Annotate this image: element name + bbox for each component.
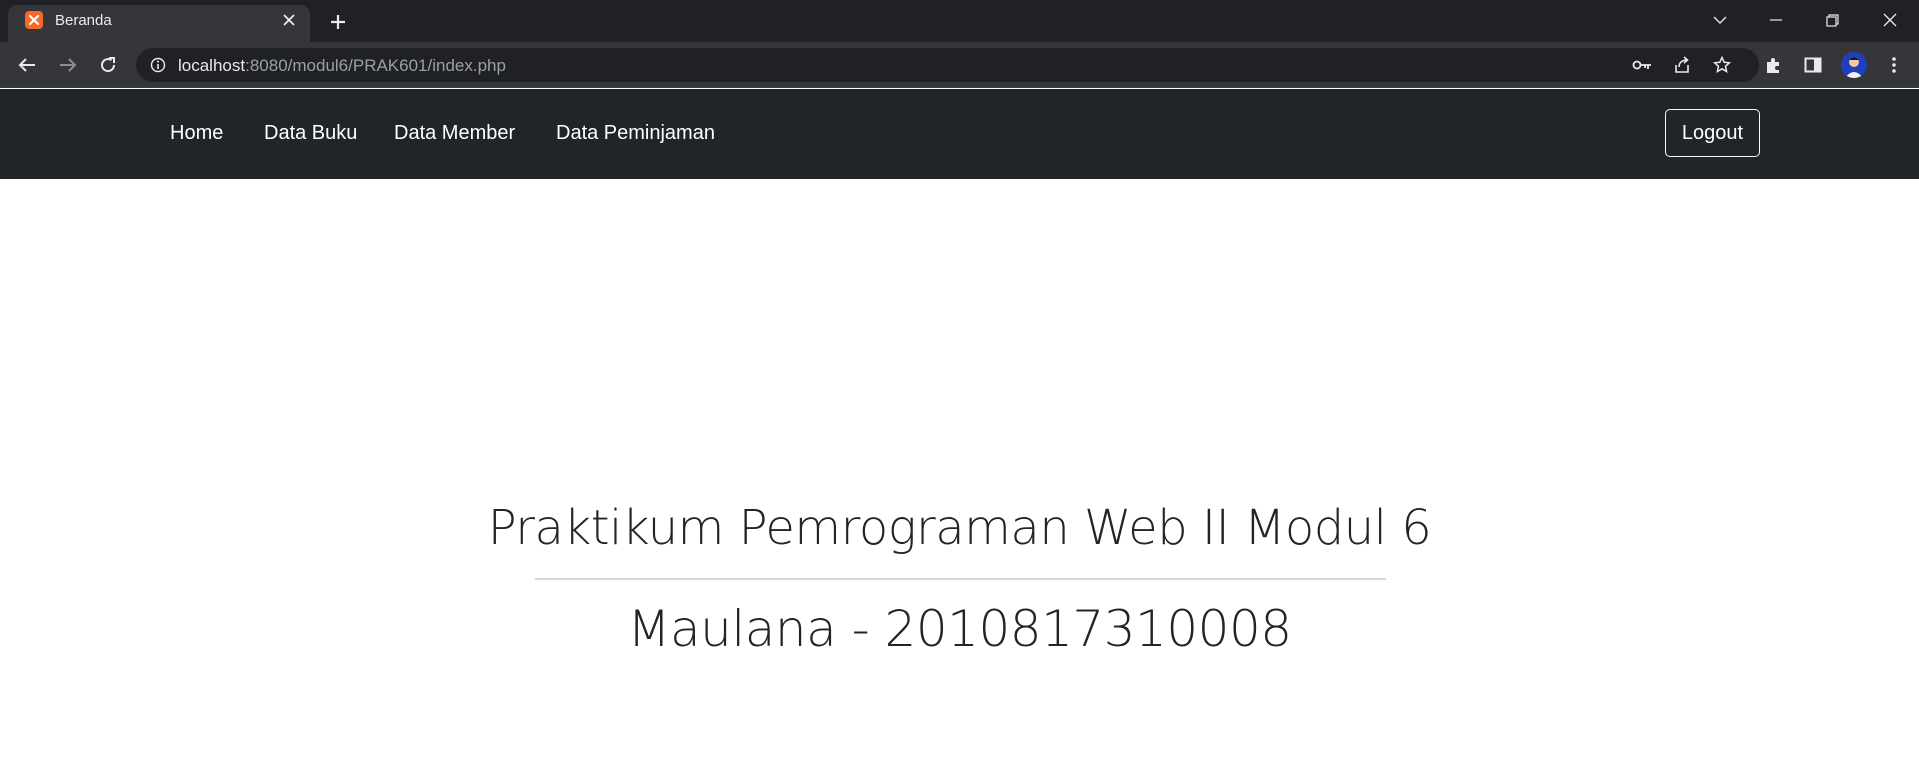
page-title: Praktikum Pemrograman Web II Modul 6 [487, 500, 1432, 556]
page-subtitle: Maulana - 2010817310008 [627, 600, 1292, 658]
restore-icon[interactable] [1804, 0, 1860, 40]
url-host: localhost [178, 56, 246, 75]
divider [535, 578, 1386, 580]
url-text: localhost:8080/modul6/PRAK601/index.php [178, 56, 506, 76]
close-icon[interactable] [279, 10, 299, 30]
site-navbar: Home Data Buku Data Member Data Peminjam… [0, 89, 1919, 179]
address-bar[interactable]: localhost:8080/modul6/PRAK601/index.php [136, 48, 1759, 82]
minimize-icon[interactable] [1748, 0, 1804, 40]
browser-toolbar: localhost:8080/modul6/PRAK601/index.php [0, 42, 1919, 88]
logout-button[interactable]: Logout [1665, 109, 1760, 157]
browser-tab-strip: Beranda [0, 0, 1919, 42]
nav-link-data-member[interactable]: Data Member [394, 122, 515, 145]
arrow-right-icon[interactable] [54, 51, 82, 79]
xampp-icon [25, 11, 43, 29]
puzzle-icon[interactable] [1759, 51, 1787, 79]
nav-link-data-buku[interactable]: Data Buku [264, 122, 357, 145]
chevron-down-icon[interactable] [1692, 0, 1748, 40]
share-icon[interactable] [1671, 54, 1693, 76]
plus-icon[interactable] [326, 10, 350, 34]
kebab-menu-icon[interactable] [1880, 51, 1908, 79]
tab-title: Beranda [55, 12, 112, 29]
browser-tab[interactable]: Beranda [8, 5, 310, 42]
star-icon[interactable] [1711, 54, 1733, 76]
nav-link-home[interactable]: Home [170, 122, 223, 145]
url-path: :8080/modul6/PRAK601/index.php [245, 56, 506, 75]
side-panel-icon[interactable] [1799, 51, 1827, 79]
key-icon[interactable] [1631, 54, 1653, 76]
reload-icon[interactable] [94, 51, 122, 79]
avatar-icon[interactable] [1841, 52, 1867, 78]
close-window-icon[interactable] [1862, 0, 1918, 40]
info-icon[interactable] [147, 54, 169, 76]
arrow-left-icon[interactable] [13, 51, 41, 79]
nav-link-data-peminjaman[interactable]: Data Peminjaman [556, 122, 715, 145]
